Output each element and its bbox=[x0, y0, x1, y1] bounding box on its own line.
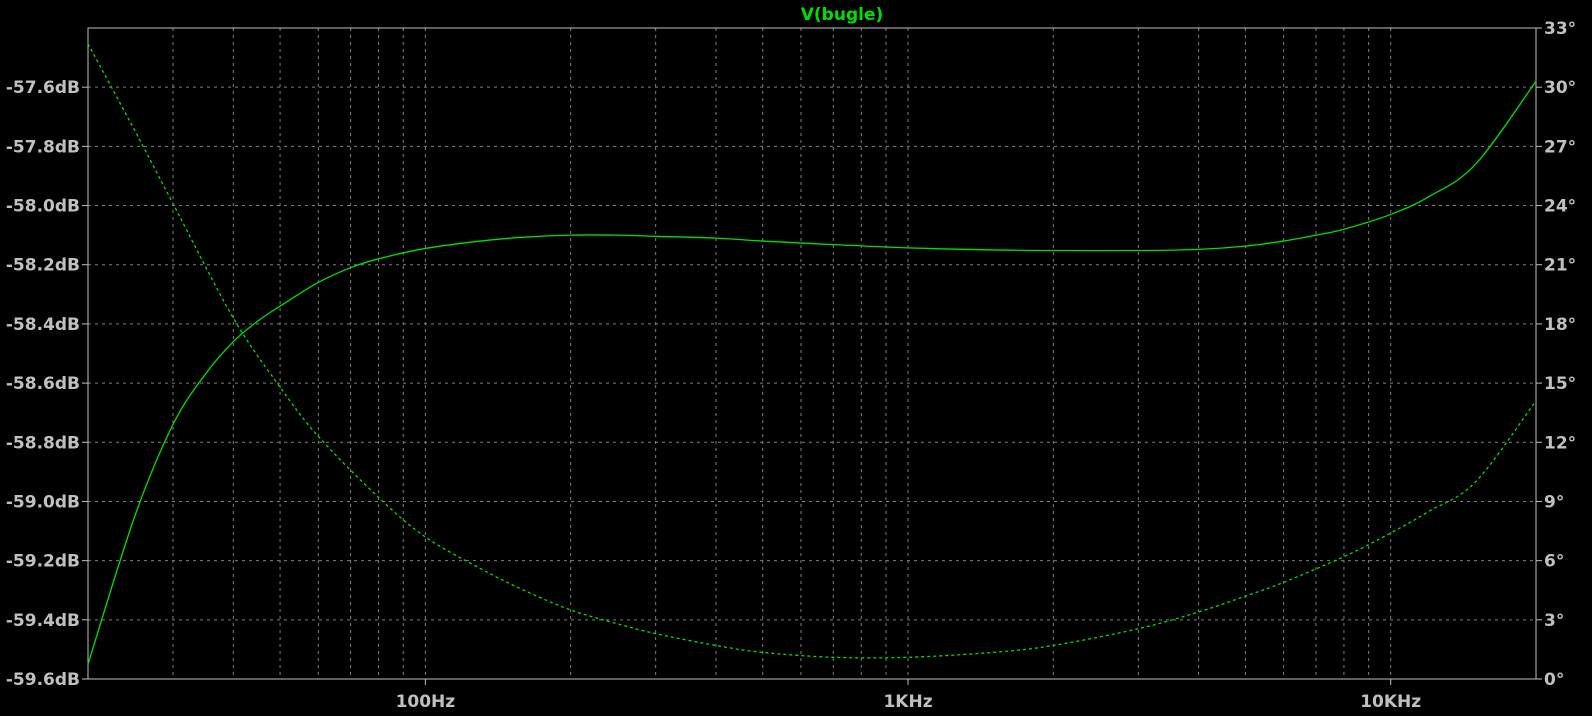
y-left-tick-label: -59.2dB bbox=[6, 552, 80, 572]
y-left-tick-label: -58.4dB bbox=[6, 315, 80, 335]
y-left-tick-label: -59.4dB bbox=[6, 611, 80, 631]
y-right-tick-label: 12° bbox=[1544, 433, 1576, 453]
y-right-tick-label: 15° bbox=[1544, 374, 1576, 394]
y-right-tick-label: 9° bbox=[1544, 492, 1564, 512]
chart-title[interactable]: V(bugle) bbox=[801, 5, 884, 25]
y-left-tick-label: -58.8dB bbox=[6, 433, 80, 453]
y-left-tick-label: -58.2dB bbox=[6, 256, 80, 276]
y-right-tick-label: 0° bbox=[1544, 670, 1564, 690]
y-right-tick-label: 21° bbox=[1544, 256, 1576, 276]
y-left-tick-label: -59.6dB bbox=[6, 670, 80, 690]
x-tick-label: 100Hz bbox=[396, 692, 456, 712]
x-tick-label: 10KHz bbox=[1360, 692, 1421, 712]
y-right-tick-label: 27° bbox=[1544, 137, 1576, 157]
bode-plot: -57.6dB -57.8dB -58.0dB -58.2dB -58.4dB -58.6… bbox=[0, 0, 1592, 716]
y-left-tick-label: -57.6dB bbox=[6, 78, 80, 98]
y-right-tick-label: 24° bbox=[1544, 197, 1576, 217]
y-left-tick-label: -58.0dB bbox=[6, 197, 80, 217]
y-left-tick-label: -58.6dB bbox=[6, 374, 80, 394]
y-right-tick-label: 6° bbox=[1544, 552, 1564, 572]
plot-background bbox=[0, 0, 1592, 716]
x-tick-label: 1KHz bbox=[883, 692, 932, 712]
y-left-tick-label: -57.8dB bbox=[6, 137, 80, 157]
y-right-tick-label: 18° bbox=[1544, 315, 1576, 335]
y-right-tick-label: 30° bbox=[1544, 78, 1576, 98]
y-right-tick-label: 33° bbox=[1544, 19, 1576, 39]
y-right-tick-label: 3° bbox=[1544, 611, 1564, 631]
y-left-tick-label: -59.0dB bbox=[6, 492, 80, 512]
